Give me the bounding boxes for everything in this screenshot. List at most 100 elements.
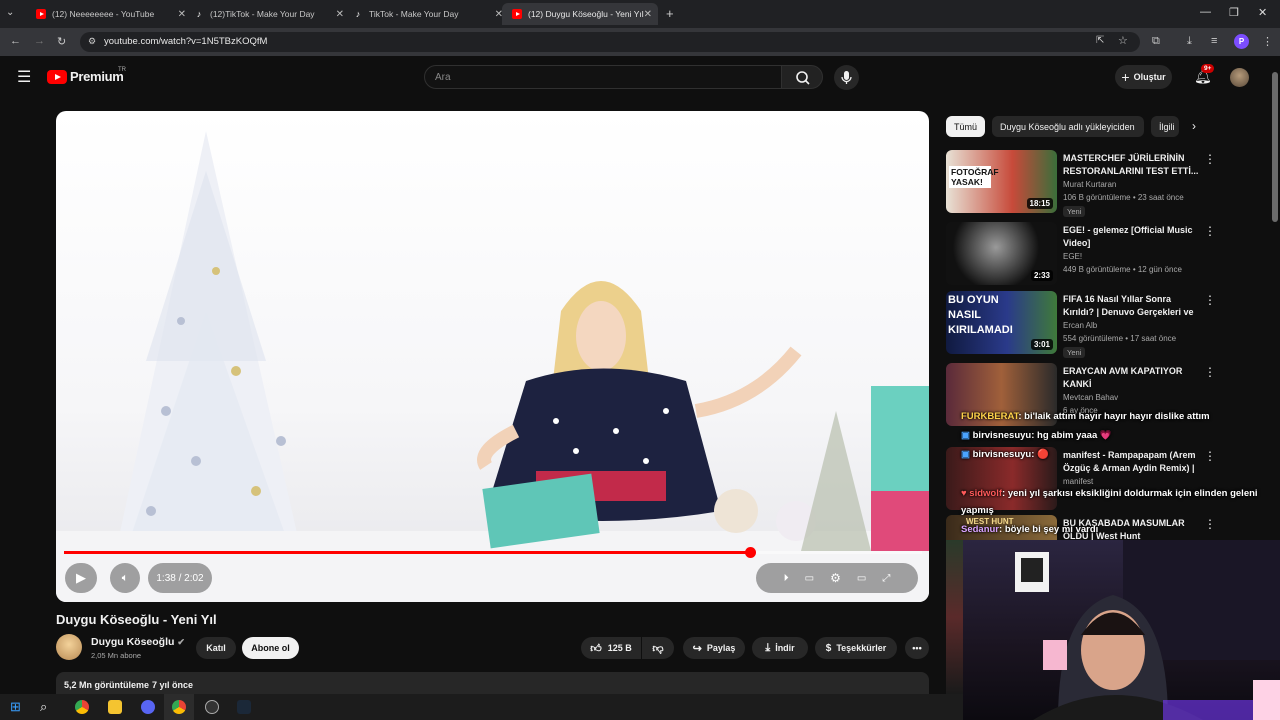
video-thumbnail[interactable]: BU OYUN NASIL KIRILAMADI 3:01: [946, 291, 1057, 354]
browser-toolbar: ← → ↻ ⚙ youtube.com/watch?v=1N5TBzKOQfM …: [0, 28, 1280, 56]
guide-menu-icon[interactable]: ☰: [17, 67, 31, 87]
channel-name[interactable]: manifest: [1063, 477, 1093, 486]
theater-mode-icon[interactable]: ▭: [857, 573, 866, 584]
tab-youtube-active[interactable]: (12) Duygu Köseoğlu - Yeni Yıl ✕: [502, 3, 658, 25]
autoplay-toggle-icon[interactable]: ⏵: [784, 573, 789, 584]
notifications-button[interactable]: 🔔︎ 9+: [1192, 64, 1215, 87]
tab-tiktok-1[interactable]: ♪ (12)TikTok - Make Your Day ✕: [184, 3, 350, 25]
channel-avatar[interactable]: [56, 634, 82, 660]
chat-message: Sedanur: böyle bi şey mi vardı: [961, 524, 1098, 535]
recommended-video[interactable]: FOTOĞRAF YASAK! 18:15 MASTERCHEF JÜRİLER…: [946, 150, 1226, 217]
volume-button[interactable]: 🔈︎: [110, 563, 140, 593]
progress-bar[interactable]: [64, 547, 922, 558]
more-vertical-icon[interactable]: ⋮: [1204, 365, 1216, 379]
video-title[interactable]: MASTERCHEF JÜRİLERİNİN RESTORANLARINI TE…: [1063, 152, 1203, 177]
like-button[interactable]: 👍︎ 125 B: [581, 637, 641, 659]
video-title[interactable]: EGE! - gelemez [Official Music Video]: [1063, 224, 1203, 249]
recommended-video[interactable]: 2:33 EGE! - gelemez [Official Music Vide…: [946, 222, 1226, 286]
media-control-icon[interactable]: ≡: [1211, 35, 1217, 47]
site-info-icon[interactable]: ⚙: [88, 36, 96, 47]
more-vertical-icon[interactable]: ⋮: [1204, 224, 1216, 238]
video-player[interactable]: ▶ 🔈︎ 1:38 / 2:02 ⏵ ▭ ⚙ ▭ ⤢: [56, 111, 929, 602]
bookmark-star-icon[interactable]: ☆: [1118, 34, 1128, 47]
restore-icon[interactable]: ❐: [1229, 6, 1239, 19]
subscribe-button[interactable]: Abone ol: [242, 637, 299, 659]
channel-name[interactable]: EGE!: [1063, 252, 1082, 261]
account-avatar[interactable]: [1230, 68, 1249, 87]
video-title: Duygu Köseoğlu - Yeni Yıl: [56, 612, 217, 627]
search-input[interactable]: [425, 66, 781, 89]
channel-name[interactable]: Duygu Köseoğlu ✔: [91, 636, 185, 648]
minimize-icon[interactable]: —: [1200, 6, 1211, 18]
more-vertical-icon[interactable]: ⋮: [1204, 517, 1216, 531]
chrome-active-icon[interactable]: [172, 700, 186, 714]
video-title[interactable]: manifest - Rampapapam (Arem Özgüç & Arma…: [1063, 449, 1203, 475]
obs-icon[interactable]: [205, 700, 219, 714]
download-button[interactable]: ⤓ İndir: [752, 637, 808, 659]
join-button[interactable]: Katıl: [196, 637, 236, 659]
window-close-icon[interactable]: ✕: [1258, 6, 1267, 19]
play-button[interactable]: ▶: [65, 563, 97, 593]
progress-played: [64, 551, 751, 554]
url-text[interactable]: youtube.com/watch?v=1N5TBzKOQfM: [104, 36, 267, 47]
view-count: 5,2 Mn görüntüleme: [64, 680, 150, 690]
new-badge: Yeni: [1063, 206, 1086, 217]
steam-icon[interactable]: [237, 700, 251, 714]
discord-icon[interactable]: [141, 700, 155, 714]
channel-name[interactable]: Mevtcan Bahav: [1063, 393, 1118, 402]
tab-search-icon[interactable]: ⌄: [6, 7, 14, 18]
back-icon[interactable]: ←: [10, 35, 21, 47]
youtube-icon: [36, 9, 46, 19]
channel-name[interactable]: Murat Kurtaran: [1063, 180, 1116, 189]
settings-icon[interactable]: ⚙: [830, 571, 841, 585]
search-icon[interactable]: ⌕: [40, 699, 47, 715]
windows-start-icon[interactable]: ⊞: [10, 699, 21, 715]
chrome-icon[interactable]: [75, 700, 89, 714]
verified-icon: ✔: [177, 637, 185, 647]
reload-icon[interactable]: ↻: [57, 35, 66, 48]
like-count: 125 B: [607, 643, 632, 653]
more-vertical-icon[interactable]: ⋮: [1204, 293, 1216, 307]
file-explorer-icon[interactable]: [108, 700, 122, 714]
tab-youtube-neeeee[interactable]: (12) Neeeeeeee - YouTube ✕: [26, 3, 192, 25]
browser-menu-icon[interactable]: ⋮: [1262, 35, 1273, 48]
video-thumbnail[interactable]: FOTOĞRAF YASAK! 18:15: [946, 150, 1057, 213]
more-vertical-icon[interactable]: ⋮: [1204, 152, 1216, 166]
video-thumbnail[interactable]: 2:33: [946, 222, 1057, 285]
video-title[interactable]: ERAYCAN AVM KAPATIYOR KANKİ: [1063, 365, 1203, 390]
thumbnail-text: BU OYUN NASIL KIRILAMADI: [948, 294, 1013, 336]
search-button[interactable]: [781, 65, 823, 89]
thanks-button[interactable]: $ Teşekkürler: [815, 637, 897, 659]
chip-related[interactable]: İlgili: [1151, 116, 1179, 137]
install-app-icon[interactable]: ⇱: [1096, 35, 1104, 46]
subtitles-icon[interactable]: ▭: [805, 573, 814, 584]
channel-name[interactable]: Ercan Alb: [1063, 321, 1097, 330]
create-button[interactable]: + Oluştur: [1115, 65, 1172, 89]
chat-message: ▣ birvisnesuyu: hg abim yaaa 💗: [961, 430, 1112, 441]
chevron-right-icon[interactable]: ›: [1192, 119, 1196, 133]
extensions-icon[interactable]: ⧉: [1152, 35, 1160, 48]
more-vertical-icon[interactable]: ⋮: [1204, 449, 1216, 463]
chip-all[interactable]: Tümü: [946, 116, 985, 137]
profile-avatar[interactable]: P: [1234, 34, 1249, 49]
subscriber-count: 2,05 Mn abone: [91, 651, 142, 660]
close-icon[interactable]: ✕: [644, 9, 652, 20]
scrollbar-thumb[interactable]: [1272, 72, 1278, 222]
forward-icon[interactable]: →: [34, 35, 45, 47]
page-scrollbar[interactable]: [1270, 56, 1280, 540]
dislike-button[interactable]: 👎︎: [642, 637, 674, 659]
share-button[interactable]: ↪ Paylaş: [683, 637, 745, 659]
recommended-video[interactable]: BU OYUN NASIL KIRILAMADI 3:01 FIFA 16 Na…: [946, 291, 1226, 358]
more-actions-button[interactable]: •••: [905, 637, 929, 659]
downloads-icon[interactable]: ⤓: [1187, 35, 1192, 48]
search-box: [424, 65, 782, 89]
video-title[interactable]: FIFA 16 Nasıl Yıllar Sonra Kırıldı? | De…: [1063, 293, 1203, 319]
youtube-logo-icon[interactable]: [47, 70, 67, 84]
logo-text[interactable]: Premium: [70, 69, 124, 84]
address-bar[interactable]: ⚙ youtube.com/watch?v=1N5TBzKOQfM ⇱ ☆: [80, 32, 1140, 52]
chip-from-uploader[interactable]: Duygu Köseoğlu adlı yükleyiciden: [992, 116, 1144, 137]
voice-search-button[interactable]: [834, 65, 859, 90]
tab-tiktok-2[interactable]: ♪ TikTok - Make Your Day ✕: [343, 3, 509, 25]
fullscreen-icon[interactable]: ⤢: [882, 573, 890, 584]
new-tab-icon[interactable]: +: [666, 6, 674, 21]
